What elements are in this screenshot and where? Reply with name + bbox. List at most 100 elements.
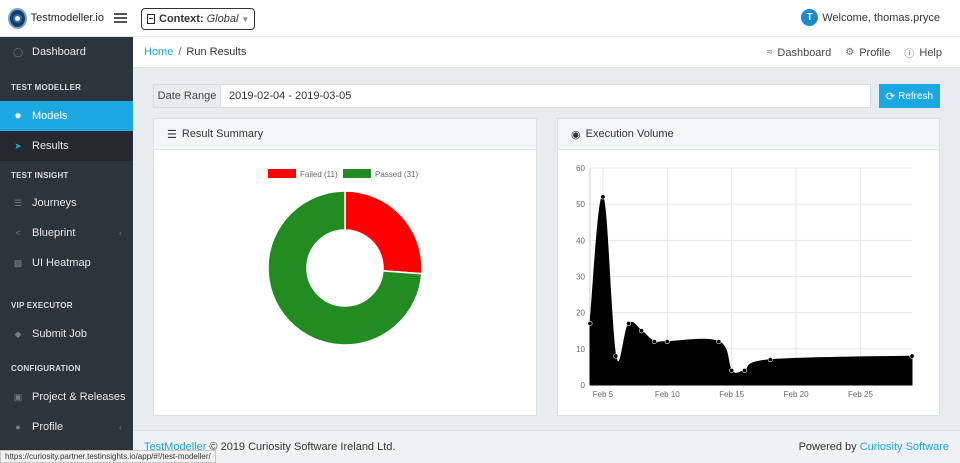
data-point[interactable] [767,357,773,363]
sidebar-item-profile[interactable]: ● Profile ‹ [0,412,133,442]
nav-profile-link[interactable]: ⚙ Profile [845,47,890,59]
sidebar-item-models[interactable]: ✹ Models [0,101,133,131]
data-point[interactable] [716,339,722,345]
sidebar-item-label: Journeys [32,197,77,209]
x-tick-label: Feb 25 [848,390,873,399]
data-point[interactable] [664,339,670,345]
donut-slice-0[interactable] [344,190,423,275]
building-icon [147,14,155,24]
date-range-label: Date Range [154,85,221,107]
nav-dashboard-link[interactable]: ≈ Dashboard [767,47,831,59]
layers-icon: ☰ [13,197,23,208]
execution-volume-header: ◉ Execution Volume [558,119,939,150]
brand[interactable]: Testmodeller.io [0,7,104,29]
data-point[interactable] [600,194,606,200]
share-icon: < [15,228,21,238]
nav-profile-label: Profile [859,46,891,59]
line-chart-icon: ≈ [766,47,773,58]
sidebar: ◯ Dashboard TEST MODELLER ✹ Models ➤ Res… [0,37,133,463]
data-point[interactable] [729,368,735,374]
area-series [589,196,913,386]
diamond-icon: ◆ [14,328,22,339]
y-tick-label: 10 [576,345,585,354]
breadcrumb: Home / Run Results ≈ Dashboard ⚙ Profile… [133,37,960,68]
refresh-icon: ⟳ [885,90,896,103]
logo-icon [8,7,27,29]
brand-name: Testmodeller.io [30,12,104,24]
date-range-group: Date Range [153,84,871,108]
folder-icon: ▣ [13,391,23,402]
y-tick-label: 50 [576,200,585,209]
y-tick-label: 40 [576,236,585,245]
legend-swatch-failed[interactable] [268,169,296,178]
y-tick-label: 30 [576,273,585,282]
footer-copyright-text: © 2019 Curiosity Software Ireland Ltd. [209,441,396,453]
map-icon: ▩ [13,257,23,268]
top-nav: ≈ Dashboard ⚙ Profile ⓘ Help [753,37,942,68]
sidebar-item-journeys[interactable]: ☰ Journeys [0,188,133,218]
models-icon: ✹ [14,110,22,121]
sidebar-item-results[interactable]: ➤ Results [0,131,133,161]
data-point[interactable] [626,321,632,327]
rocket-icon: ➤ [14,140,22,151]
context-value: Global [206,13,239,25]
gear-icon: ⚙ [845,47,855,58]
x-tick-label: Feb 5 [593,390,614,399]
context-label: Context: [159,13,204,25]
data-point[interactable] [651,339,657,345]
sidebar-item-submit-job[interactable]: ◆ Submit Job [0,319,133,349]
sidebar-header-test-insight: TEST INSIGHT [11,171,69,180]
data-point[interactable] [613,353,619,359]
sidebar-item-label: Submit Job [32,328,88,340]
footer-powered-link[interactable]: Curiosity Software [860,441,949,453]
execution-volume-chart: 0 10 20 30 40 50 60 Feb 5 Feb 10 Feb 15 Feb 20 Feb … [576,164,915,399]
sidebar-item-label: UI Heatmap [32,257,91,269]
refresh-button[interactable]: ⟳ Refresh [879,84,940,108]
nav-help-label: Help [919,46,942,59]
user-menu[interactable]: T Welcome, thomas.pryce [801,9,940,26]
avatar: T [801,9,819,26]
footer-powered: Powered by Curiosity Software [799,441,949,453]
menu-toggle-icon[interactable] [114,13,127,23]
footer-powered-text: Powered by [798,441,857,453]
data-point[interactable] [639,328,645,334]
execution-volume-panel: ◉ Execution Volume 0 10 20 30 40 50 60 Feb 5 Feb… [557,118,940,416]
y-tick-label: 60 [576,164,585,173]
dashboard-icon: ◯ [12,46,24,57]
sidebar-item-project-releases[interactable]: ▣ Project & Releases [0,382,133,412]
sidebar-header-configuration: CONFIGURATION [11,364,81,373]
legend-swatch-passed[interactable] [343,169,371,178]
context-selector[interactable]: Context: Global ▼ [141,8,256,30]
sidebar-item-label: Blueprint [32,227,76,239]
result-summary-chart: Failed (11) Passed (31) [267,169,423,346]
chevron-left-icon: ‹ [119,422,122,432]
result-summary-panel: ☰ Result Summary Failed (11) Passed (31) [153,118,537,416]
footer: TestModeller © 2019 Curiosity Software I… [133,430,960,463]
top-bar: Testmodeller.io Context: Global ▼ T Welc… [0,0,960,37]
sidebar-item-label: Project & Releases [32,391,126,403]
sidebar-item-dashboard[interactable]: ◯ Dashboard [0,37,133,67]
x-tick-label: Feb 10 [655,390,680,399]
sidebar-header-vip-executor: VIP EXECUTOR [11,301,73,310]
sidebar-item-label: Dashboard [32,46,86,58]
sidebar-header-test-modeller: TEST MODELLER [11,83,82,92]
data-point[interactable] [742,368,748,374]
x-tick-label: Feb 20 [784,390,809,399]
info-icon: ⓘ [904,49,915,60]
legend-label-failed: Failed (11) [300,170,338,179]
data-point[interactable] [909,353,915,359]
nav-help-link[interactable]: ⓘ Help [904,45,942,61]
nav-dashboard-label: Dashboard [777,46,832,59]
date-range-input[interactable] [221,85,870,107]
result-summary-title: Result Summary [181,128,264,140]
chevron-down-icon: ▼ [241,14,250,24]
sidebar-item-ui-heatmap[interactable]: ▩ UI Heatmap [0,248,133,278]
result-summary-header: ☰ Result Summary [154,119,536,150]
breadcrumb-separator: / [178,46,182,58]
y-tick-label: 20 [576,309,585,318]
breadcrumb-home-link[interactable]: Home [144,46,173,58]
sidebar-item-label: Results [32,140,69,152]
execution-volume-title: Execution Volume [585,128,674,140]
data-point[interactable] [587,321,593,327]
sidebar-item-blueprint[interactable]: < Blueprint ‹ [0,218,133,248]
